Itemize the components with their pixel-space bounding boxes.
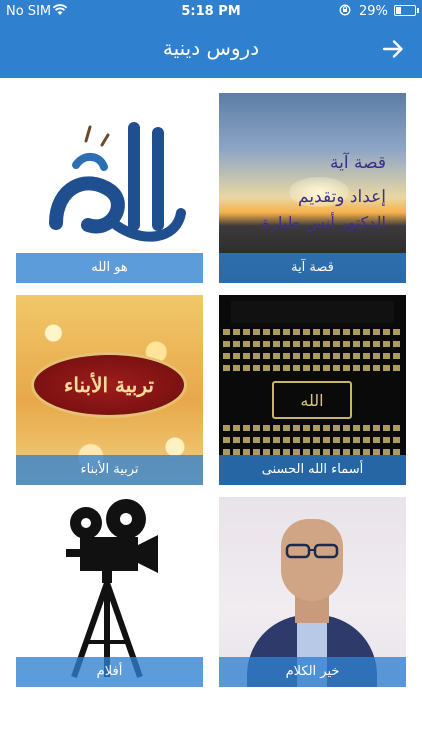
tile-caption: خير الكلام — [219, 657, 406, 687]
status-bar: No SIM 5:18 PM 29% — [0, 0, 422, 22]
tile-aflam[interactable]: أفلام — [16, 497, 203, 687]
tile-caption: قصة آية — [219, 253, 406, 283]
tile-tarbiyat-alabnaa[interactable]: تربية الأبناء تربية الأبناء — [16, 295, 203, 485]
tile-qissat-aya[interactable]: قصة آية إعداد وتقديم الدكتور أنس طبارة ق… — [219, 93, 406, 283]
top-bar: No SIM 5:18 PM 29% دروس دينية — [0, 0, 422, 78]
image-text-line3: الدكتور أنس طبارة — [261, 213, 386, 232]
image-header — [231, 301, 394, 323]
tile-khayr-alkalam[interactable]: خير الكلام — [219, 497, 406, 687]
page-title: دروس دينية — [162, 36, 260, 60]
tile-caption: هو الله — [16, 253, 203, 283]
calligraphy-icon — [49, 122, 186, 242]
lessons-grid: قصة آية إعداد وتقديم الدكتور أنس طبارة ق… — [0, 78, 422, 750]
tile-huwa-allah[interactable]: هو الله — [16, 93, 203, 283]
image-center-text: الله — [272, 381, 352, 419]
tile-caption: تربية الأبناء — [16, 455, 203, 485]
tile-caption: أسماء الله الحسنى — [219, 455, 406, 485]
image-text-line2: إعداد وتقديم — [298, 187, 386, 207]
glasses-icon — [285, 543, 339, 559]
tile-asma-allah[interactable]: الله أسماء الله الحسنى — [219, 295, 406, 485]
battery-percent: 29% — [359, 4, 388, 19]
orientation-lock-icon — [339, 4, 351, 16]
forward-arrow-icon[interactable] — [380, 36, 406, 62]
presenter-face — [281, 519, 343, 601]
battery-icon — [394, 5, 419, 16]
image-banner: تربية الأبناء — [34, 355, 184, 415]
tile-caption: أفلام — [16, 657, 203, 687]
image-text-title: قصة آية — [330, 153, 386, 173]
